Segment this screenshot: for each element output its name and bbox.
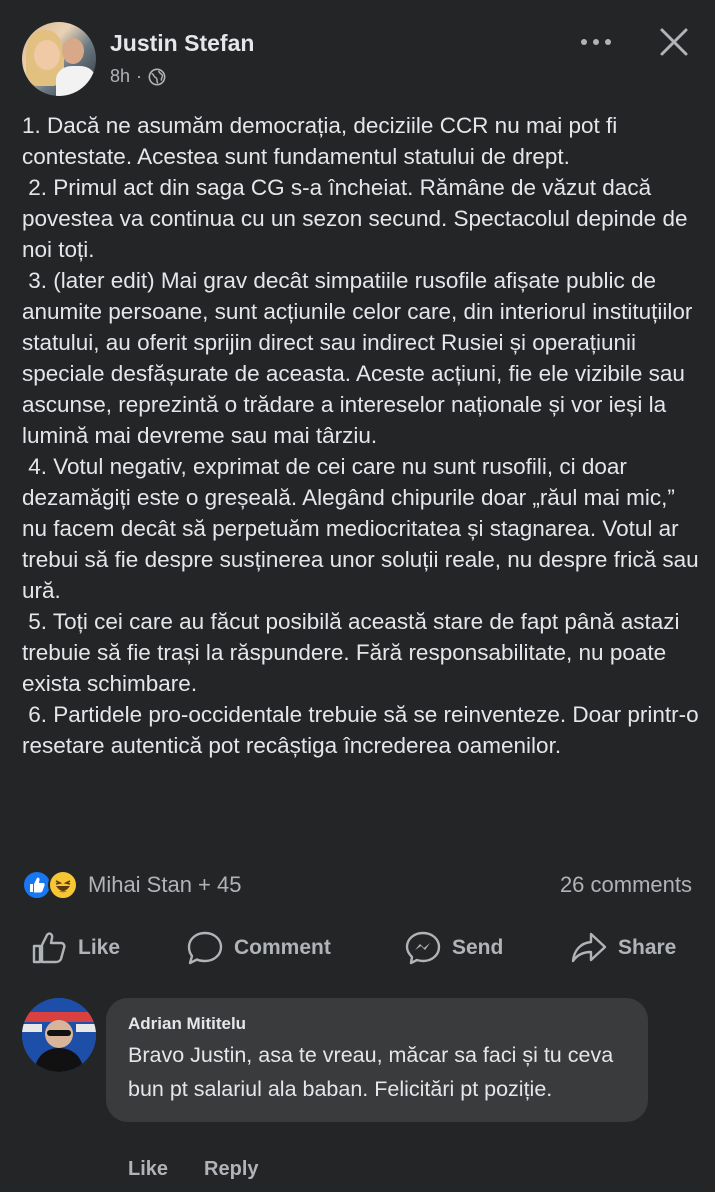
- post-header: Justin Stefan 8h ·: [0, 0, 715, 110]
- comment-text: Bravo Justin, asa te vreau, măcar sa fac…: [128, 1043, 614, 1101]
- meta-separator: ·: [136, 66, 143, 86]
- comment-bubble: Adrian Mititelu Bravo Justin, asa te vre…: [106, 998, 648, 1122]
- post-text: 1. Dacă ne asumăm democrația, deciziile …: [22, 110, 702, 761]
- reactions-label[interactable]: Mihai Stan + 45: [88, 872, 241, 898]
- post-paragraph-2: 2. Primul act din saga CG s-a încheiat. …: [22, 175, 694, 262]
- share-button[interactable]: Share: [570, 930, 676, 966]
- commenter-name[interactable]: Adrian Mititelu: [128, 1014, 246, 1034]
- post-actions: Like Comment Send Share: [0, 920, 715, 976]
- commenter-avatar[interactable]: [22, 998, 96, 1072]
- comment-icon: [187, 931, 223, 965]
- globe-icon: [148, 68, 166, 85]
- post-paragraph-3: 3. (later edit) Mai grav decât simpatiil…: [22, 268, 699, 448]
- comment-reply-button[interactable]: Reply: [204, 1158, 258, 1181]
- post-stats: Mihai Stan + 45 26 comments: [22, 866, 692, 902]
- send-label: Send: [452, 936, 504, 959]
- messenger-icon: [405, 931, 441, 965]
- share-icon: [571, 932, 607, 963]
- like-button[interactable]: Like: [30, 930, 120, 966]
- haha-reaction-icon: [48, 870, 78, 900]
- more-options-icon[interactable]: [578, 30, 614, 54]
- share-label: Share: [618, 936, 677, 959]
- author-name[interactable]: Justin Stefan: [110, 30, 254, 57]
- send-button[interactable]: Send: [404, 930, 503, 966]
- post-meta: 8h ·: [110, 66, 166, 87]
- comments-count[interactable]: 26 comments: [560, 872, 692, 898]
- post-paragraph-1: 1. Dacă ne asumăm democrația, deciziile …: [22, 113, 624, 169]
- post-paragraph-4: 4. Votul negativ, exprimat de cei care n…: [22, 454, 705, 603]
- comment-button[interactable]: Comment: [186, 930, 331, 966]
- post-time[interactable]: 8h: [110, 66, 130, 87]
- post-paragraph-6: 6. Partidele pro-occidentale trebuie să …: [22, 702, 705, 758]
- comment-like-button[interactable]: Like: [128, 1158, 168, 1181]
- author-avatar[interactable]: [22, 22, 96, 96]
- like-label: Like: [78, 936, 121, 959]
- post-paragraph-5: 5. Toți cei care au făcut posibilă aceas…: [22, 609, 686, 696]
- thumbs-up-icon: [32, 932, 66, 964]
- comment-label: Comment: [234, 936, 331, 959]
- reaction-icons[interactable]: [22, 870, 82, 900]
- comment-actions: Like Reply: [128, 1158, 259, 1181]
- close-icon[interactable]: [656, 24, 692, 60]
